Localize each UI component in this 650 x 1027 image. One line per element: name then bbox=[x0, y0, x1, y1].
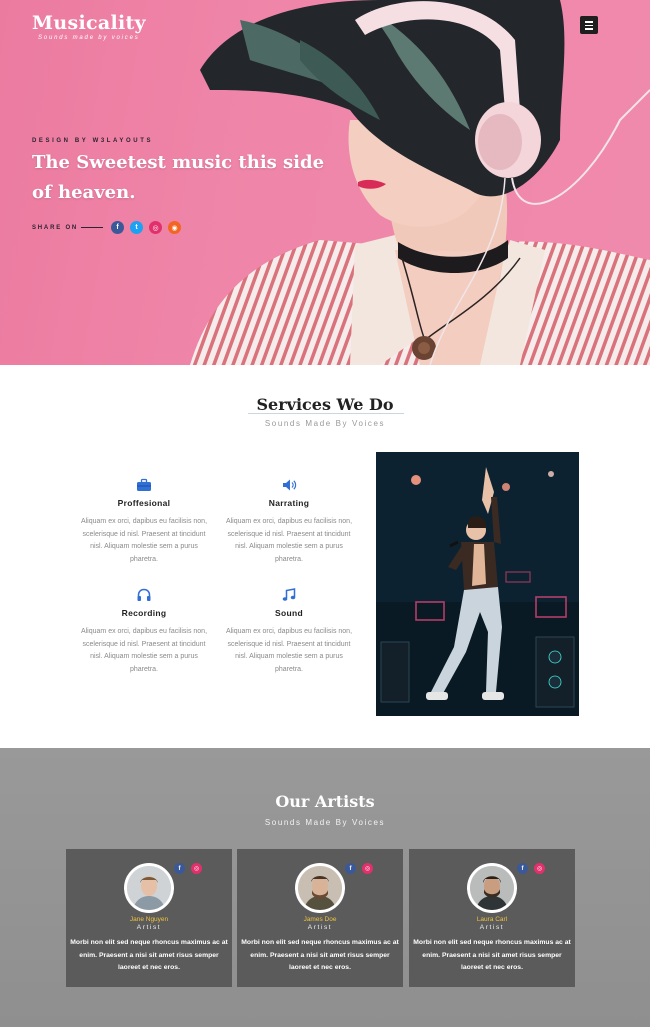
artist-photo bbox=[298, 866, 342, 910]
share-label: SHARE ON bbox=[32, 224, 79, 231]
artist-card: f ◎ Jane Nguyen Artist Morbi non elit se… bbox=[66, 849, 232, 987]
artist-photo bbox=[470, 866, 514, 910]
facebook-icon[interactable]: f bbox=[517, 863, 528, 874]
artist-role: Artist bbox=[307, 924, 333, 931]
speaker-icon bbox=[283, 479, 297, 491]
artist-bio: Morbi non elit sed neque rhoncus maximus… bbox=[413, 939, 571, 971]
avatar bbox=[467, 863, 517, 913]
service-text: Aliquam ex orci, dapibus eu facilisis no… bbox=[225, 628, 353, 673]
services-section: Services We Do Sounds Made By Voices Pro… bbox=[0, 365, 650, 748]
avatar bbox=[295, 863, 345, 913]
hamburger-icon bbox=[585, 21, 593, 23]
brand-tagline: Sounds made by voices bbox=[38, 35, 140, 41]
artist-card: f ◎ Laura Carl Artist Morbi non elit sed… bbox=[409, 849, 575, 987]
artist-bio: Morbi non elit sed neque rhoncus maximus… bbox=[241, 939, 399, 971]
artist-bio: Morbi non elit sed neque rhoncus maximus… bbox=[70, 939, 228, 971]
service-name: Sound bbox=[275, 608, 303, 618]
artist-social-links: f ◎ bbox=[517, 863, 551, 874]
artist-card: f ◎ James Doe Artist Morbi non elit sed … bbox=[237, 849, 403, 987]
artist-name[interactable]: Laura Carl bbox=[409, 916, 575, 923]
dribbble-icon[interactable]: ◎ bbox=[362, 863, 373, 874]
hero-social-links: f t ◎ ◉ bbox=[111, 221, 187, 234]
rss-icon[interactable]: ◉ bbox=[168, 221, 182, 234]
artist-name[interactable]: James Doe bbox=[237, 916, 403, 923]
dribbble-icon[interactable]: ◎ bbox=[534, 863, 545, 874]
briefcase-icon bbox=[137, 478, 151, 491]
artists-subtitle: Sounds Made By Voices bbox=[264, 818, 386, 827]
artist-social-links: f ◎ bbox=[345, 863, 379, 874]
hero-headline: The Sweetest music this side of heaven. bbox=[32, 152, 325, 203]
artist-photo bbox=[127, 866, 171, 910]
service-text: Aliquam ex orci, dapibus eu facilisis no… bbox=[80, 518, 208, 563]
artists-section: Our Artists Sounds Made By Voices f ◎ Ja… bbox=[0, 748, 650, 1027]
menu-toggle-button[interactable] bbox=[580, 16, 598, 34]
artist-role: Artist bbox=[479, 924, 505, 931]
services-title-underline bbox=[248, 413, 404, 414]
avatar bbox=[124, 863, 174, 913]
artist-role: Artist bbox=[136, 924, 162, 931]
facebook-icon[interactable]: f bbox=[111, 221, 125, 234]
artist-name[interactable]: Jane Nguyen bbox=[66, 916, 232, 923]
hero-eyebrow: DESIGN BY W3LAYOUTS bbox=[32, 138, 154, 144]
concert-photo bbox=[376, 452, 579, 716]
brand-logo[interactable]: Musicality Sounds made by voices bbox=[32, 12, 146, 41]
instagram-icon[interactable]: ◎ bbox=[149, 221, 163, 234]
service-item-recording: Recording Aliquam ex orci, dapibus eu fa… bbox=[74, 588, 214, 676]
service-name: Recording bbox=[121, 608, 167, 618]
headphones-icon bbox=[137, 588, 151, 601]
services-title: Services We Do bbox=[256, 395, 394, 414]
service-text: Aliquam ex orci, dapibus eu facilisis no… bbox=[80, 628, 208, 673]
music-note-icon bbox=[282, 588, 296, 601]
services-subtitle: Sounds Made By Voices bbox=[264, 419, 386, 428]
dribbble-icon[interactable]: ◎ bbox=[191, 863, 202, 874]
brand-title: Musicality bbox=[32, 12, 146, 34]
service-item-sound: Sound Aliquam ex orci, dapibus eu facili… bbox=[219, 588, 359, 676]
facebook-icon[interactable]: f bbox=[345, 863, 356, 874]
service-item-narrating: Narrating Aliquam ex orci, dapibus eu fa… bbox=[219, 478, 359, 566]
service-text: Aliquam ex orci, dapibus eu facilisis no… bbox=[225, 518, 353, 563]
facebook-icon[interactable]: f bbox=[174, 863, 185, 874]
share-bar: SHARE ON f t ◎ ◉ bbox=[32, 221, 187, 234]
share-divider bbox=[81, 226, 104, 229]
twitter-icon[interactable]: t bbox=[130, 221, 144, 234]
artists-title: Our Artists bbox=[275, 792, 375, 811]
hero-banner: Musicality Sounds made by voices DESIGN … bbox=[0, 0, 650, 365]
service-name: Narrating bbox=[268, 498, 310, 508]
service-name: Proffesional bbox=[117, 498, 171, 508]
artist-social-links: f ◎ bbox=[174, 863, 208, 874]
service-item-professional: Proffesional Aliquam ex orci, dapibus eu… bbox=[74, 478, 214, 566]
